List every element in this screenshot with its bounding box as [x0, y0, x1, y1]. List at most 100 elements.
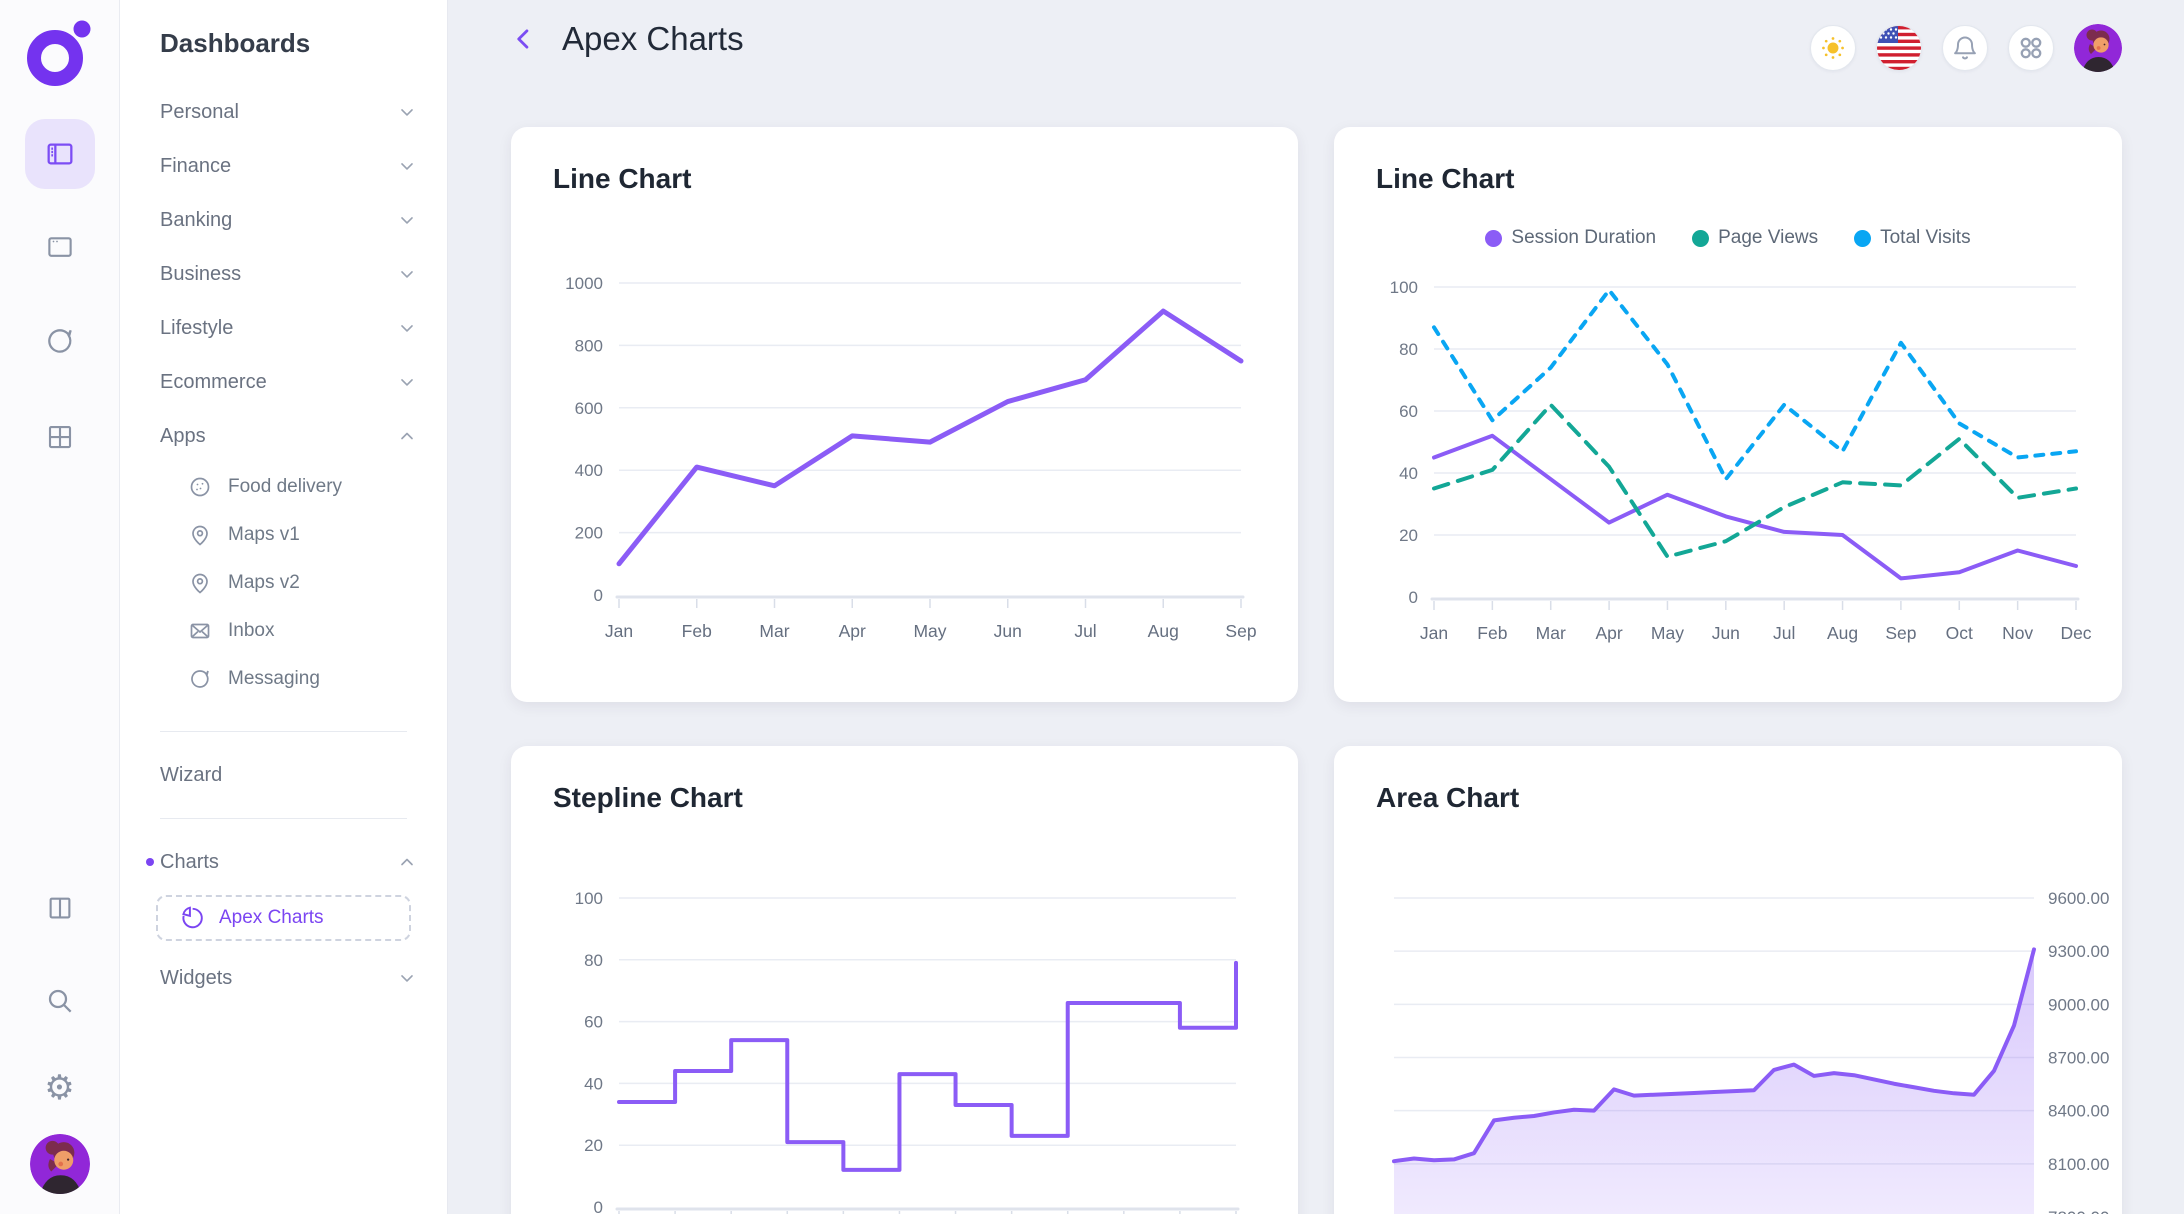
- theme-toggle-button[interactable]: [1810, 25, 1856, 71]
- x-axis-label: Jul: [1773, 623, 1795, 643]
- chart-card-line: Line Chart 02004006008001000JanFebMarApr…: [511, 127, 1298, 702]
- sidebar-item-charts[interactable]: Charts: [120, 835, 447, 889]
- sidebar-item-wizard[interactable]: Wizard: [120, 748, 447, 802]
- header-actions: [1810, 24, 2122, 72]
- sidebar-menu: Dashboards Personal Finance Banking Busi…: [120, 0, 448, 1214]
- profile-avatar[interactable]: [2074, 24, 2122, 72]
- sidebar-item-lifestyle[interactable]: Lifestyle: [120, 301, 447, 355]
- bell-icon: [1951, 34, 1979, 62]
- x-axis-label: Mar: [1536, 623, 1566, 643]
- sidebar-item-business[interactable]: Business: [120, 247, 447, 301]
- envelope-icon: [188, 619, 212, 643]
- sidebar-subitem-maps-v2[interactable]: Maps v2: [120, 559, 447, 607]
- area-chart-canvas: 7800.008100.008400.008700.009000.009300.…: [1334, 746, 2122, 1214]
- area-chart: 7800.008100.008400.008700.009000.009300.…: [1334, 746, 2122, 1214]
- cookie-icon: [188, 475, 212, 499]
- x-axis-label: May: [913, 621, 946, 641]
- sidebar-subitem-label: Maps v2: [228, 572, 300, 594]
- legend-label: Session Duration: [1511, 227, 1656, 249]
- multi-line-chart: 020406080100JanFebMarAprMayJunJulAugSepO…: [1334, 127, 2122, 702]
- y-axis-label: 0: [1409, 588, 1418, 607]
- y-axis-label: 0: [594, 1198, 603, 1214]
- x-axis-label: Apr: [1595, 623, 1622, 643]
- series-line-total-visits: [1434, 290, 2076, 479]
- sidebar-item-label: Business: [160, 263, 241, 286]
- y-axis-label: 1000: [565, 274, 603, 293]
- sidebar-subitem-label: Messaging: [228, 668, 320, 690]
- rail-item-columns[interactable]: [38, 886, 82, 930]
- y-axis-label: 200: [575, 524, 603, 543]
- sidebar-subitem-label: Food delivery: [228, 476, 342, 498]
- rail-item-search[interactable]: [38, 979, 82, 1023]
- sidebar-item-ecommerce[interactable]: Ecommerce: [120, 355, 447, 409]
- four-circles-icon: [2017, 34, 2045, 62]
- y-axis-label: 8700.00: [2048, 1049, 2109, 1068]
- chat-bubble-icon: [44, 325, 76, 357]
- x-axis-label: Aug: [1827, 623, 1858, 643]
- line-chart: 02004006008001000JanFebMarAprMayJunJulAu…: [511, 127, 1298, 702]
- sidebar-item-banking[interactable]: Banking: [120, 193, 447, 247]
- area-fill: [1394, 949, 2034, 1214]
- x-axis-label: Sep: [1885, 623, 1916, 643]
- chevron-down-icon: [397, 968, 417, 988]
- x-axis-label: Feb: [682, 621, 712, 641]
- chat-bubble-icon: [188, 667, 212, 691]
- browser-window-icon: [45, 232, 75, 262]
- sun-icon: [1818, 33, 1848, 63]
- icon-rail: ⚙: [0, 0, 120, 1214]
- notifications-button[interactable]: [1942, 25, 1988, 71]
- sidebar-item-label: Widgets: [160, 967, 232, 990]
- x-axis-label: May: [1651, 623, 1684, 643]
- page-title: Apex Charts: [562, 20, 744, 58]
- rail-item-frontpages[interactable]: [38, 225, 82, 269]
- columns-icon: [45, 893, 75, 923]
- line-chart-canvas: 02004006008001000JanFebMarAprMayJunJulAu…: [511, 127, 1298, 702]
- y-axis-label: 20: [1399, 526, 1418, 545]
- y-axis-label: 400: [575, 461, 603, 480]
- pie-chart-icon: [178, 905, 204, 931]
- legend-marker-icon: [1485, 230, 1502, 247]
- chevron-left-icon: [510, 25, 538, 53]
- sidebar-item-label: Wizard: [160, 764, 222, 787]
- sidebar-item-label: Banking: [160, 209, 232, 232]
- sidebar-subitem-maps-v1[interactable]: Maps v1: [120, 511, 447, 559]
- back-button[interactable]: [510, 25, 538, 53]
- active-section-dot: [146, 858, 154, 866]
- sidebar-item-widgets[interactable]: Widgets: [120, 951, 447, 1005]
- legend-item-page-views[interactable]: Page Views: [1692, 227, 1818, 249]
- sidebar-item-personal[interactable]: Personal: [120, 85, 447, 139]
- brand-logo[interactable]: [23, 16, 97, 93]
- legend-item-session-duration[interactable]: Session Duration: [1485, 227, 1656, 249]
- rail-item-grid[interactable]: [38, 415, 82, 459]
- x-axis-label: Aug: [1148, 621, 1179, 641]
- user-avatar[interactable]: [30, 1134, 90, 1194]
- avatar-illustration-icon: [30, 1134, 90, 1194]
- chevron-up-icon: [397, 426, 417, 446]
- rail-item-dashboards[interactable]: [25, 119, 95, 189]
- sidebar-subitem-inbox[interactable]: Inbox: [120, 607, 447, 655]
- series-line-series-0: [619, 311, 1241, 564]
- y-axis-label: 80: [584, 951, 603, 970]
- rail-item-settings[interactable]: ⚙: [38, 1066, 82, 1110]
- sidebar-subitem-food-delivery[interactable]: Food delivery: [120, 463, 447, 511]
- y-axis-label: 7800.00: [2048, 1208, 2109, 1214]
- menu-divider: [160, 818, 407, 819]
- sidebar-subitem-messaging[interactable]: Messaging: [120, 655, 447, 703]
- y-axis-label: 9600.00: [2048, 889, 2109, 908]
- chevron-down-icon: [397, 372, 417, 392]
- apps-grid-button[interactable]: [2008, 25, 2054, 71]
- chevron-down-icon: [397, 318, 417, 338]
- sidebar-subitem-label: Apex Charts: [219, 907, 324, 929]
- x-axis-label: Sep: [1225, 621, 1256, 641]
- stepline-chart-canvas: 020406080100: [511, 746, 1298, 1214]
- sidebar-item-apps[interactable]: Apps: [120, 409, 447, 463]
- avatar-illustration-icon: [2074, 24, 2122, 72]
- rail-item-chat[interactable]: [38, 319, 82, 363]
- legend-item-total-visits[interactable]: Total Visits: [1854, 227, 1970, 249]
- language-button[interactable]: [1876, 25, 1922, 71]
- sidebar-subitem-apex-charts[interactable]: Apex Charts: [156, 895, 411, 941]
- sidebar-item-finance[interactable]: Finance: [120, 139, 447, 193]
- x-axis-label: Jan: [605, 621, 633, 641]
- y-axis-label: 100: [1390, 278, 1418, 297]
- line-chart-canvas: 020406080100JanFebMarAprMayJunJulAugSepO…: [1334, 127, 2122, 702]
